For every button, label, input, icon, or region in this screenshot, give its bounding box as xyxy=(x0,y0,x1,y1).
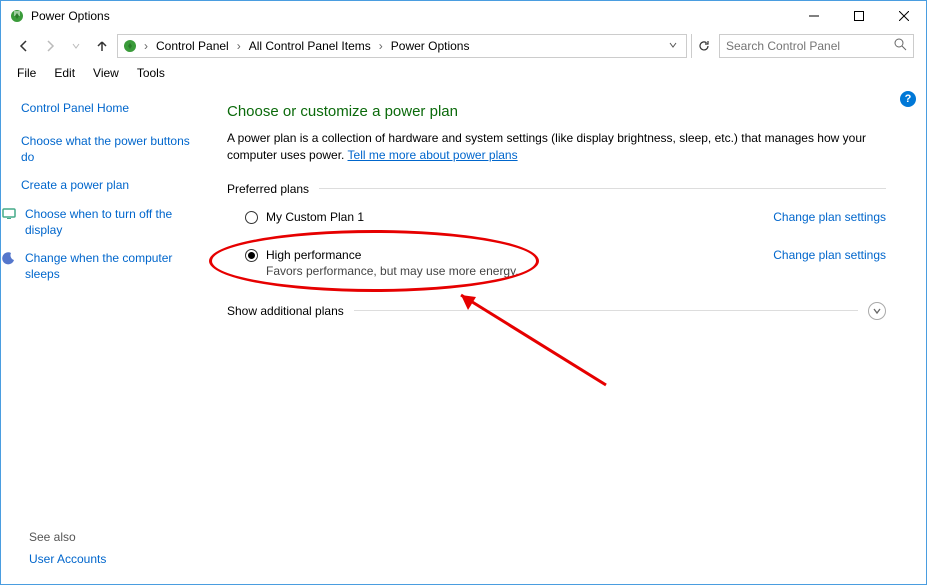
divider xyxy=(319,188,886,189)
preferred-plans-label: Preferred plans xyxy=(227,182,886,196)
content-area: Control Panel Home Choose what the power… xyxy=(1,85,926,584)
chevron-right-icon[interactable]: › xyxy=(235,39,243,53)
breadcrumb-segment[interactable]: Control Panel xyxy=(152,39,233,53)
back-button[interactable] xyxy=(13,35,35,57)
page-heading: Choose or customize a power plan xyxy=(227,103,886,120)
chevron-down-icon[interactable] xyxy=(668,39,678,53)
forward-button[interactable] xyxy=(39,35,61,57)
maximize-button[interactable] xyxy=(836,1,881,31)
change-plan-settings-link[interactable]: Change plan settings xyxy=(773,248,886,262)
monitor-icon xyxy=(1,206,17,222)
search-input[interactable] xyxy=(726,39,894,53)
control-panel-home-link[interactable]: Control Panel Home xyxy=(21,101,199,115)
show-additional-plans-row[interactable]: Show additional plans xyxy=(227,302,886,320)
sidebar: Control Panel Home Choose what the power… xyxy=(1,85,211,584)
sidebar-link-label: Choose what the power buttons do xyxy=(21,133,199,165)
change-plan-settings-link[interactable]: Change plan settings xyxy=(773,210,886,224)
refresh-button[interactable] xyxy=(691,34,715,58)
sidebar-link-power-buttons[interactable]: Choose what the power buttons do xyxy=(21,133,199,165)
sidebar-link-label: Create a power plan xyxy=(21,177,129,193)
chevron-right-icon[interactable]: › xyxy=(377,39,385,53)
menu-file[interactable]: File xyxy=(9,64,44,82)
chevron-down-icon[interactable] xyxy=(868,302,886,320)
sidebar-link-create-plan[interactable]: Create a power plan xyxy=(21,177,199,193)
search-icon[interactable] xyxy=(894,38,907,54)
plan-row-high-performance: High performance Favors performance, but… xyxy=(227,242,886,284)
help-icon[interactable]: ? xyxy=(900,91,916,107)
breadcrumb-bar[interactable]: › Control Panel › All Control Panel Item… xyxy=(117,34,687,58)
minimize-button[interactable] xyxy=(791,1,836,31)
up-button[interactable] xyxy=(91,35,113,57)
menu-view[interactable]: View xyxy=(85,64,127,82)
sidebar-link-display-off[interactable]: Choose when to turn off the display xyxy=(21,206,199,238)
main-panel: ? Choose or customize a power plan A pow… xyxy=(211,85,926,584)
divider xyxy=(354,310,858,311)
menu-edit[interactable]: Edit xyxy=(46,64,83,82)
plan-name: My Custom Plan 1 xyxy=(266,210,753,224)
breadcrumb-icon xyxy=(122,38,138,54)
radio-my-custom-plan[interactable] xyxy=(245,211,258,224)
address-bar: › Control Panel › All Control Panel Item… xyxy=(1,31,926,61)
search-box[interactable] xyxy=(719,34,914,58)
page-description: A power plan is a collection of hardware… xyxy=(227,130,886,164)
see-also-link-user-accounts[interactable]: User Accounts xyxy=(29,552,106,566)
menu-tools[interactable]: Tools xyxy=(129,64,173,82)
tell-me-more-link[interactable]: Tell me more about power plans xyxy=(348,148,518,162)
menu-bar: File Edit View Tools xyxy=(1,61,926,85)
see-also-heading: See also xyxy=(29,530,76,544)
plan-name: High performance xyxy=(266,248,753,262)
plan-description: Favors performance, but may use more ene… xyxy=(266,264,753,278)
breadcrumb-segment[interactable]: Power Options xyxy=(387,39,474,53)
sidebar-link-sleep[interactable]: Change when the computer sleeps xyxy=(21,250,199,282)
recent-dropdown[interactable] xyxy=(65,35,87,57)
breadcrumb-segment[interactable]: All Control Panel Items xyxy=(245,39,375,53)
sidebar-link-label: Change when the computer sleeps xyxy=(25,250,199,282)
radio-high-performance[interactable] xyxy=(245,249,258,262)
window-controls xyxy=(791,1,926,31)
app-icon xyxy=(9,8,25,24)
window-title: Power Options xyxy=(31,9,791,23)
plan-row-custom: My Custom Plan 1 Change plan settings xyxy=(227,204,886,230)
sidebar-link-label: Choose when to turn off the display xyxy=(25,206,199,238)
show-additional-plans-label: Show additional plans xyxy=(227,304,344,318)
moon-icon xyxy=(1,250,17,266)
close-button[interactable] xyxy=(881,1,926,31)
title-bar: Power Options xyxy=(1,1,926,31)
chevron-right-icon[interactable]: › xyxy=(142,39,150,53)
